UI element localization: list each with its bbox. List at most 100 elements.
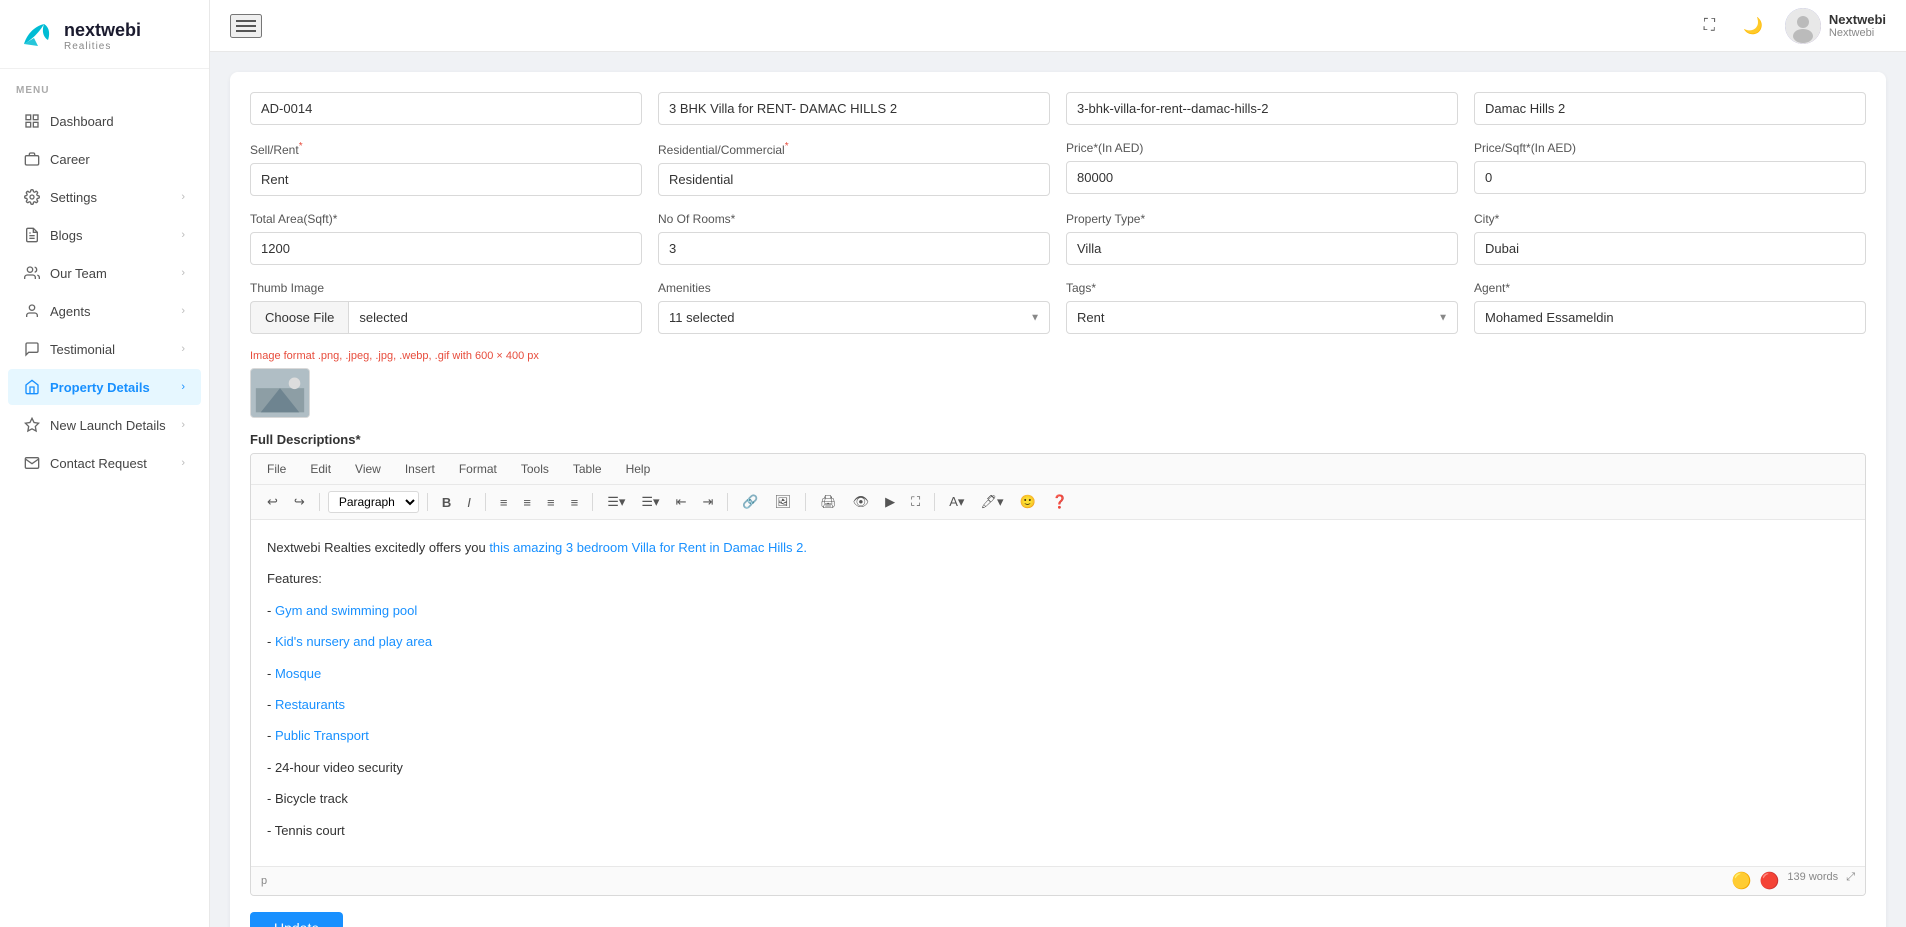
fullscreen-editor-button[interactable]: ⛶ bbox=[905, 491, 926, 513]
hamburger-button[interactable] bbox=[230, 14, 262, 38]
bullet-list-button[interactable]: ☰▾ bbox=[601, 491, 631, 513]
menu-label: MENU bbox=[0, 69, 209, 102]
briefcase-icon bbox=[24, 151, 40, 167]
slug-input[interactable] bbox=[1066, 92, 1458, 125]
avatar bbox=[1785, 8, 1821, 44]
star-icon bbox=[24, 417, 40, 433]
align-left-button[interactable]: ≡ bbox=[494, 492, 514, 513]
menu-help[interactable]: Help bbox=[622, 460, 655, 478]
redo-button[interactable]: ↪ bbox=[288, 491, 311, 513]
editor-content[interactable]: Nextwebi Realties excitedly offers you t… bbox=[251, 520, 1865, 866]
logo-sub: Realities bbox=[64, 41, 141, 52]
sidebar-item-blogs[interactable]: Blogs › bbox=[8, 217, 201, 253]
total-area-input[interactable] bbox=[250, 232, 642, 265]
home-icon bbox=[24, 379, 40, 395]
menu-edit[interactable]: Edit bbox=[306, 460, 335, 478]
logo-area: nextwebi Realities bbox=[0, 0, 209, 69]
undo-button[interactable]: ↩ bbox=[261, 491, 284, 513]
user-icon bbox=[24, 303, 40, 319]
align-center-button[interactable]: ≡ bbox=[517, 492, 537, 513]
sidebar-item-property-details[interactable]: Property Details › bbox=[8, 369, 201, 405]
feature-2: - Kid's nursery and play area bbox=[267, 630, 1849, 653]
price-sqft-input[interactable] bbox=[1474, 161, 1866, 194]
sidebar-item-label: Career bbox=[50, 152, 90, 167]
toolbar-sep-1 bbox=[319, 493, 320, 511]
sidebar-item-testimonial[interactable]: Testimonial › bbox=[8, 331, 201, 367]
amenities-select[interactable]: 11 selected bbox=[658, 301, 1050, 334]
sidebar-item-new-launch[interactable]: New Launch Details › bbox=[8, 407, 201, 443]
font-color-button[interactable]: A▾ bbox=[943, 491, 970, 513]
media-button[interactable]: ▶ bbox=[879, 491, 901, 513]
residential-commercial-input[interactable] bbox=[658, 163, 1050, 196]
outdent-button[interactable]: ⇤ bbox=[670, 491, 693, 513]
sell-rent-input[interactable] bbox=[250, 163, 642, 196]
sidebar-item-label: Testimonial bbox=[50, 342, 115, 357]
top-header: ⛶ 🌙 Nextwebi Nextwebi bbox=[210, 0, 1906, 52]
property-type-input[interactable] bbox=[1066, 232, 1458, 265]
emoji-footer-icon: 🟡 bbox=[1732, 871, 1752, 891]
property-name-input[interactable] bbox=[658, 92, 1050, 125]
file-text-icon bbox=[24, 227, 40, 243]
price-input[interactable] bbox=[1066, 161, 1458, 194]
field-property-id bbox=[250, 92, 642, 125]
property-type-label: Property Type* bbox=[1066, 212, 1458, 226]
form-row-1 bbox=[250, 92, 1866, 125]
sidebar-item-label: Property Details bbox=[50, 380, 150, 395]
editor-features-label: Features: bbox=[267, 567, 1849, 590]
tags-select[interactable]: Rent bbox=[1066, 301, 1458, 334]
bold-button[interactable]: B bbox=[436, 492, 457, 513]
theme-toggle-button[interactable]: 🌙 bbox=[1737, 10, 1769, 42]
field-property-type: Property Type* bbox=[1066, 212, 1458, 265]
agent-input[interactable] bbox=[1474, 301, 1866, 334]
highlight-button[interactable]: 🖊▾ bbox=[974, 491, 1009, 513]
menu-format[interactable]: Format bbox=[455, 460, 501, 478]
chevron-right-icon: › bbox=[181, 381, 185, 393]
sidebar-item-contact-request[interactable]: Contact Request › bbox=[8, 445, 201, 481]
menu-insert[interactable]: Insert bbox=[401, 460, 439, 478]
toolbar-sep-2 bbox=[427, 493, 428, 511]
user-role: Nextwebi bbox=[1829, 27, 1886, 39]
feature-7: - Bicycle track bbox=[267, 787, 1849, 810]
menu-view[interactable]: View bbox=[351, 460, 385, 478]
menu-tools[interactable]: Tools bbox=[517, 460, 553, 478]
sidebar-item-settings[interactable]: Settings › bbox=[8, 179, 201, 215]
price-label: Price*(In AED) bbox=[1066, 141, 1458, 155]
choose-file-button[interactable]: Choose File bbox=[250, 301, 348, 334]
menu-table[interactable]: Table bbox=[569, 460, 606, 478]
sidebar-item-dashboard[interactable]: Dashboard bbox=[8, 103, 201, 139]
location-input[interactable] bbox=[1474, 92, 1866, 125]
chevron-right-icon: › bbox=[181, 305, 185, 317]
align-right-button[interactable]: ≡ bbox=[541, 492, 561, 513]
form-row-4: Thumb Image Choose File selected Ameniti… bbox=[250, 281, 1866, 334]
field-location bbox=[1474, 92, 1866, 125]
feature-1: - Gym and swimming pool bbox=[267, 599, 1849, 622]
preview-button[interactable]: 👁 bbox=[847, 491, 876, 513]
file-upload-row: Choose File selected bbox=[250, 301, 642, 334]
image-button[interactable]: 🖼 bbox=[769, 491, 798, 513]
city-input[interactable] bbox=[1474, 232, 1866, 265]
link-button[interactable]: 🔗 bbox=[736, 491, 764, 513]
indent-button[interactable]: ⇥ bbox=[696, 491, 719, 513]
sidebar-item-agents[interactable]: Agents › bbox=[8, 293, 201, 329]
message-icon bbox=[24, 341, 40, 357]
menu-file[interactable]: File bbox=[263, 460, 290, 478]
align-justify-button[interactable]: ≡ bbox=[565, 492, 585, 513]
italic-button[interactable]: I bbox=[461, 492, 477, 513]
fullscreen-button[interactable]: ⛶ bbox=[1698, 11, 1721, 41]
field-agent: Agent* bbox=[1474, 281, 1866, 334]
sidebar-item-our-team[interactable]: Our Team › bbox=[8, 255, 201, 291]
paragraph-style-select[interactable]: Paragraph Heading 1 Heading 2 bbox=[328, 491, 419, 513]
help-toolbar-button[interactable]: ❓ bbox=[1046, 491, 1074, 513]
sidebar-item-career[interactable]: Career bbox=[8, 141, 201, 177]
total-area-label: Total Area(Sqft)* bbox=[250, 212, 642, 226]
user-profile[interactable]: Nextwebi Nextwebi bbox=[1785, 8, 1886, 44]
update-button[interactable]: Update bbox=[250, 912, 343, 927]
print-button[interactable]: 🖨 bbox=[814, 491, 843, 513]
file-name-display: selected bbox=[348, 301, 642, 334]
thumb-image-label: Thumb Image bbox=[250, 281, 642, 295]
property-id-input[interactable] bbox=[250, 92, 642, 125]
no-of-rooms-input[interactable] bbox=[658, 232, 1050, 265]
emoji-button[interactable]: 🙂 bbox=[1013, 491, 1041, 513]
numbered-list-button[interactable]: ☰▾ bbox=[635, 491, 665, 513]
feature-4: - Restaurants bbox=[267, 693, 1849, 716]
